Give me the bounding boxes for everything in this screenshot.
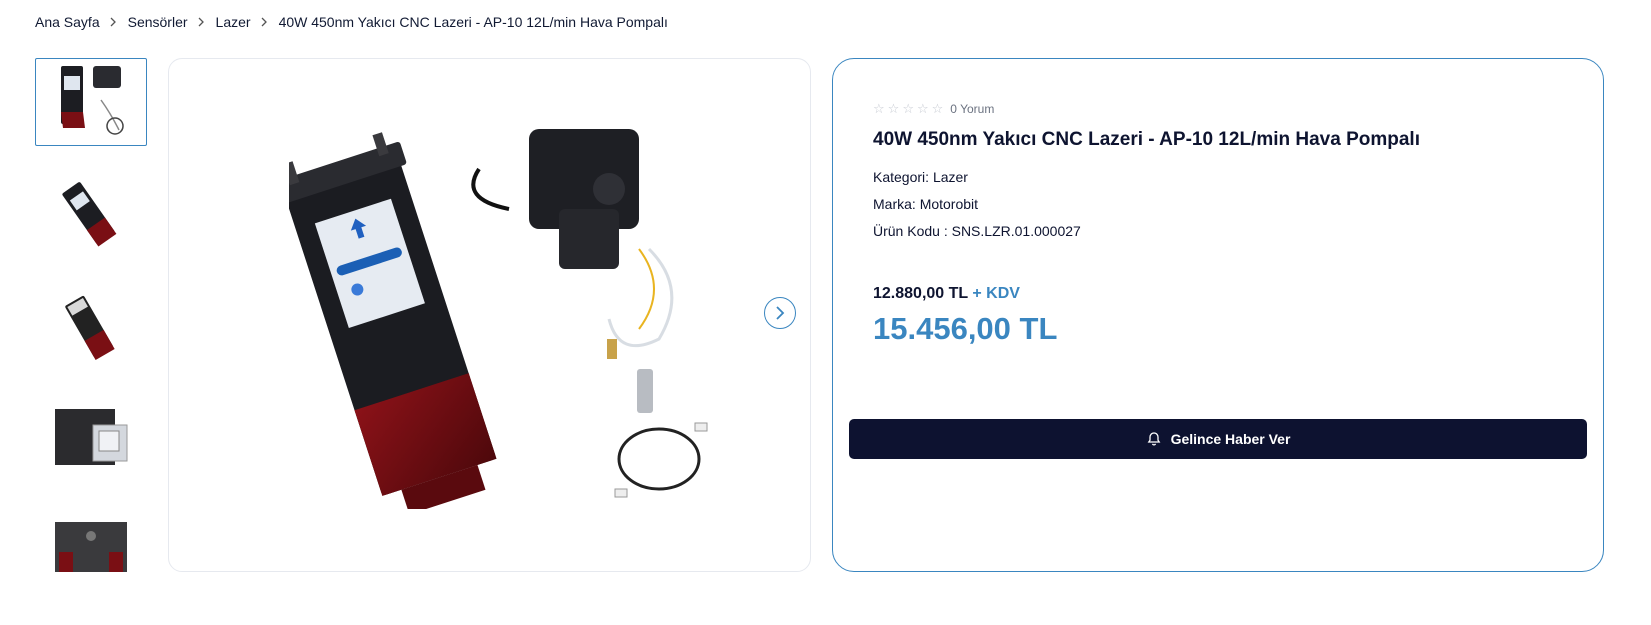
chevron-right-icon xyxy=(261,16,269,28)
rating[interactable]: ☆ ☆ ☆ ☆ ☆ 0 Yorum xyxy=(873,101,994,117)
category-label: Kategori: xyxy=(873,169,930,185)
chevron-right-icon xyxy=(198,16,206,28)
product-title: 40W 450nm Yakıcı CNC Lazeri - AP-10 12L/… xyxy=(873,129,1420,150)
kdv-label: + KDV xyxy=(972,285,1020,302)
star-icon: ☆ xyxy=(873,101,885,116)
code-value: SNS.LZR.01.000027 xyxy=(951,223,1081,239)
next-image-button[interactable] xyxy=(764,297,796,329)
brand-label: Marka: xyxy=(873,196,916,212)
category-value[interactable]: Lazer xyxy=(933,169,968,185)
product-thumbnail-image xyxy=(65,296,115,360)
price-including-tax: 15.456,00 TL xyxy=(873,311,1058,346)
laser-module-product-photo xyxy=(289,129,708,509)
chevron-right-icon xyxy=(776,306,785,320)
notify-when-available-button[interactable]: Gelince Haber Ver xyxy=(849,419,1587,459)
bell-icon xyxy=(1147,432,1160,446)
star-icon: ☆ xyxy=(902,101,914,116)
brand-value[interactable]: Motorobit xyxy=(920,196,978,212)
thumbnail-3[interactable] xyxy=(35,284,147,372)
code-label: Ürün Kodu : xyxy=(873,223,948,239)
thumbnail-5[interactable] xyxy=(35,510,147,572)
star-icon: ☆ xyxy=(916,101,929,116)
thumbnail-2[interactable] xyxy=(35,171,147,259)
thumbnail-1[interactable] xyxy=(35,58,147,146)
star-icon: ☆ xyxy=(931,101,944,116)
chevron-right-icon xyxy=(110,16,118,28)
review-count[interactable]: 0 Yorum xyxy=(950,102,994,116)
breadcrumb: Ana Sayfa Sensörler Lazer 40W 450nm Yakı… xyxy=(35,14,668,30)
thumbnail-4[interactable] xyxy=(35,397,147,485)
product-brand: Marka: Motorobit xyxy=(873,196,978,212)
product-thumbnail-image xyxy=(55,522,127,572)
breadcrumb-home[interactable]: Ana Sayfa xyxy=(35,14,100,30)
breadcrumb-sensors[interactable]: Sensörler xyxy=(128,14,188,30)
product-category: Kategori: Lazer xyxy=(873,169,968,185)
product-info-card: ☆ ☆ ☆ ☆ ☆ 0 Yorum 40W 450nm Yakıcı CNC L… xyxy=(832,58,1604,572)
star-icon: ☆ xyxy=(887,101,900,116)
price-excluding-tax: 12.880,00 TL + KDV xyxy=(873,285,1020,303)
product-thumbnail-image xyxy=(62,182,117,247)
breadcrumb-current: 40W 450nm Yakıcı CNC Lazeri - AP-10 12L/… xyxy=(278,14,668,30)
product-thumbnail-image xyxy=(55,409,128,465)
breadcrumb-laser[interactable]: Lazer xyxy=(216,14,251,30)
price-ex-value: 12.880,00 TL xyxy=(873,285,968,302)
notify-button-label: Gelince Haber Ver xyxy=(1170,431,1291,447)
main-product-image[interactable] xyxy=(168,58,811,572)
product-thumbnail-image xyxy=(61,66,124,135)
product-code: Ürün Kodu : SNS.LZR.01.000027 xyxy=(873,223,1081,239)
thumbnail-list xyxy=(35,58,147,572)
